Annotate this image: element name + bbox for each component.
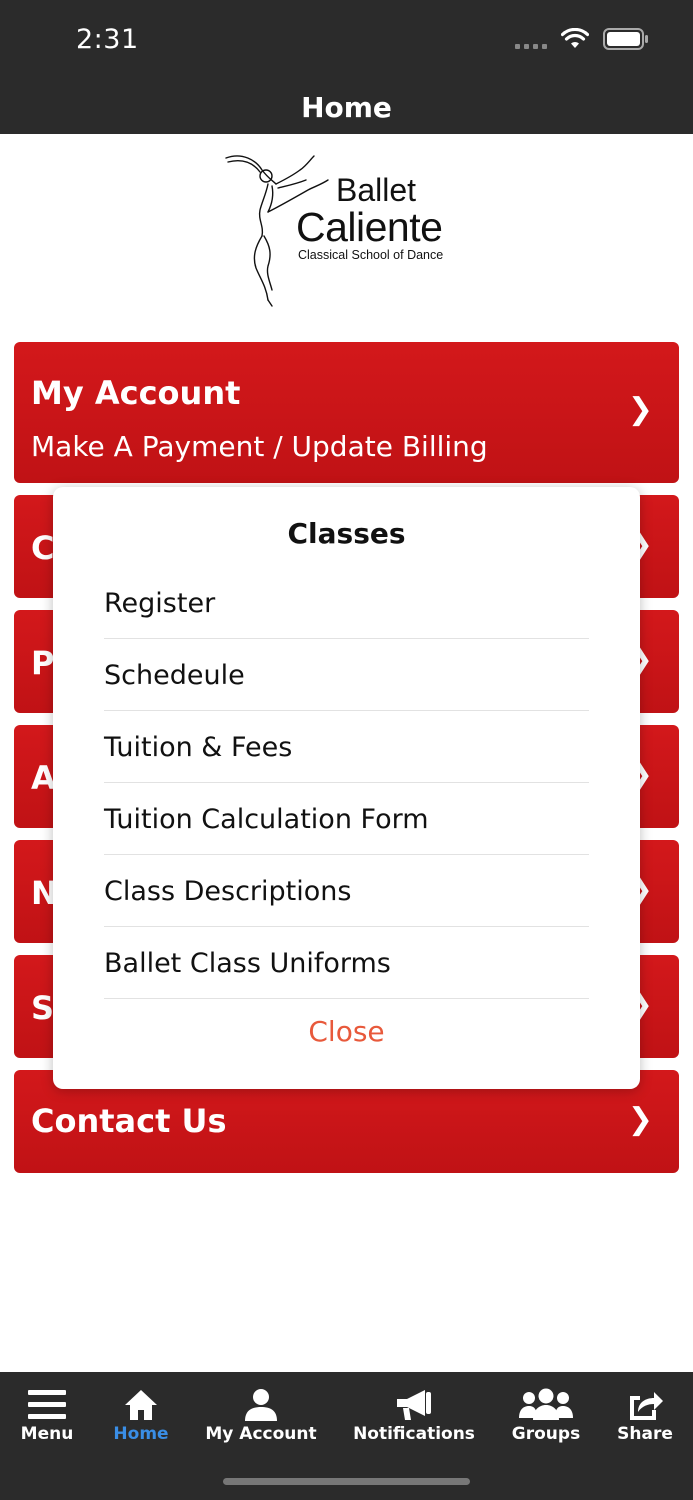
- popup-item-tuition-fees[interactable]: Tuition & Fees: [104, 711, 589, 783]
- my-account-button[interactable]: My Account Make A Payment / Update Billi…: [14, 342, 679, 483]
- popup-item-tuition-calculation-form[interactable]: Tuition Calculation Form: [104, 783, 589, 855]
- user-icon: [245, 1389, 277, 1421]
- tab-label: Groups: [511, 1424, 581, 1444]
- my-account-label: My Account: [31, 374, 241, 412]
- chevron-right-icon: ❯: [627, 1102, 653, 1137]
- popup-item-ballet-class-uniforms[interactable]: Ballet Class Uniforms: [104, 927, 589, 999]
- tab-label: Share: [617, 1424, 673, 1444]
- logo-tagline: Classical School of Dance: [298, 248, 444, 262]
- tab-label: Menu: [20, 1424, 74, 1444]
- tab-my-account[interactable]: My Account: [204, 1372, 318, 1452]
- megaphone-icon: [397, 1390, 431, 1420]
- my-account-subtitle: Make A Payment / Update Billing: [31, 430, 488, 463]
- popup-item-register[interactable]: Register: [104, 567, 589, 639]
- chevron-right-icon: ❯: [627, 392, 653, 427]
- menu-icon: [28, 1390, 66, 1419]
- ballet-caliente-logo: Ballet Caliente Classical School of Danc…: [222, 150, 482, 310]
- tab-notifications[interactable]: Notifications: [352, 1372, 476, 1452]
- popup-item-class-descriptions[interactable]: Class Descriptions: [104, 855, 589, 927]
- tab-label: Home: [113, 1424, 169, 1444]
- tab-home[interactable]: Home: [104, 1372, 178, 1452]
- status-time: 2:31: [76, 24, 139, 55]
- tab-label: My Account: [205, 1424, 317, 1444]
- menu-label-partial: P: [31, 644, 55, 682]
- tab-menu[interactable]: Menu: [8, 1372, 86, 1452]
- tab-groups[interactable]: Groups: [508, 1372, 584, 1452]
- tab-label: Notifications: [353, 1424, 475, 1444]
- cellular-signal-icon: [515, 29, 547, 49]
- tab-share[interactable]: Share: [612, 1372, 678, 1452]
- contact-us-label: Contact Us: [31, 1102, 227, 1140]
- wifi-icon: [561, 28, 589, 48]
- classes-label-partial: C: [31, 529, 55, 567]
- share-icon: [630, 1392, 663, 1420]
- status-icons: [515, 28, 649, 50]
- popup-item-schedule[interactable]: Schedeule: [104, 639, 589, 711]
- classes-popup: Classes Register Schedeule Tuition & Fee…: [53, 487, 640, 1089]
- popup-close-button[interactable]: Close: [53, 1015, 640, 1048]
- logo-word-caliente: Caliente: [296, 204, 443, 250]
- home-icon: [125, 1390, 157, 1420]
- battery-icon: [603, 28, 648, 50]
- groups-icon: [519, 1388, 573, 1420]
- status-bar: 2:31: [0, 0, 693, 80]
- popup-title: Classes: [287, 517, 406, 550]
- menu-label-partial: S: [31, 989, 55, 1027]
- page-title: Home: [0, 80, 693, 134]
- home-indicator[interactable]: [223, 1478, 470, 1485]
